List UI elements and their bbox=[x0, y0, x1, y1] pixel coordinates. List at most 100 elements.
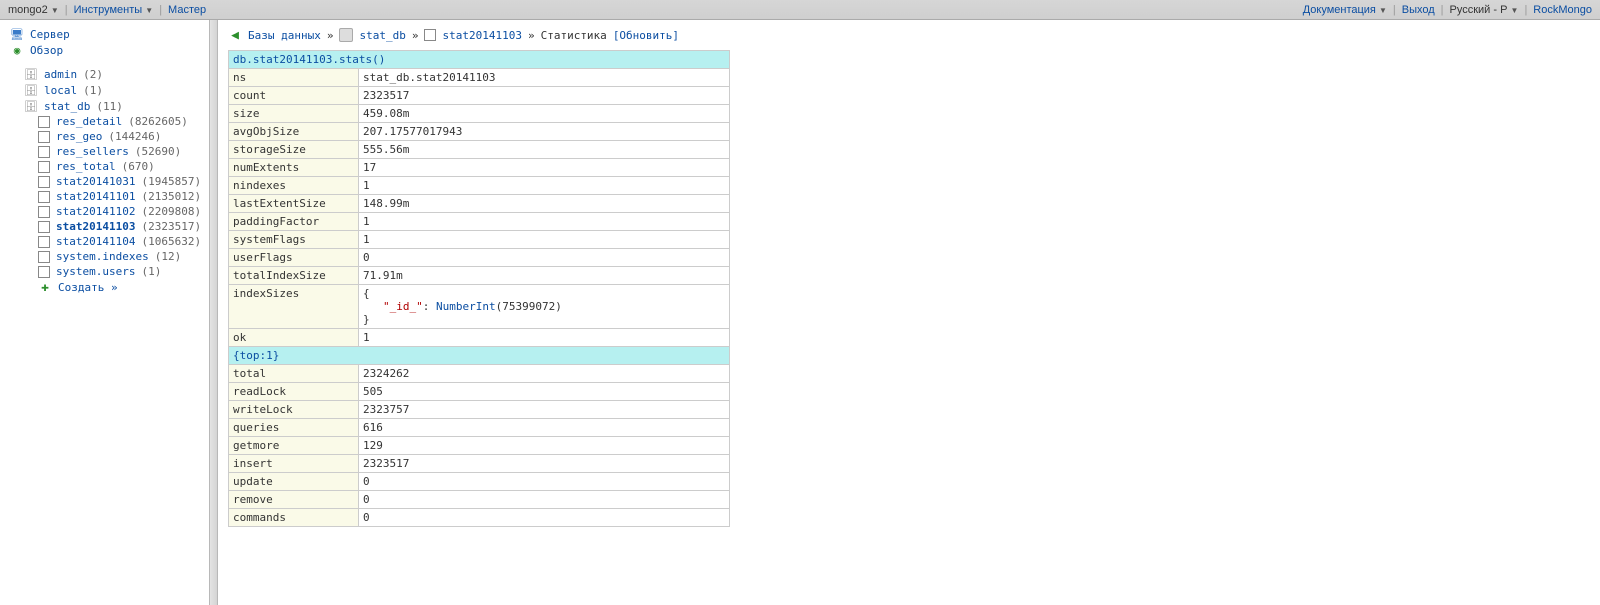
stats-row: getmore129 bbox=[229, 437, 730, 455]
sidebar-coll-system.users[interactable]: system.users (1) bbox=[10, 264, 209, 279]
overview-label: Обзор bbox=[30, 44, 63, 57]
sidebar-db-local[interactable]: 🗄local (1) bbox=[10, 82, 209, 98]
stats-value: 2323757 bbox=[359, 401, 730, 419]
chevron-down-icon: ▼ bbox=[51, 6, 59, 15]
stats-table: db.stat20141103.stats()nsstat_db.stat201… bbox=[228, 50, 730, 527]
db-count: (2) bbox=[83, 68, 103, 81]
tools-label: Инструменты bbox=[74, 4, 143, 16]
coll-name: stat20141104 bbox=[56, 235, 135, 248]
coll-name: res_detail bbox=[56, 115, 122, 128]
stats-value: 1 bbox=[359, 177, 730, 195]
stats-value: 207.17577017943 bbox=[359, 123, 730, 141]
stats-value: 17 bbox=[359, 159, 730, 177]
sidebar-coll-res_sellers[interactable]: res_sellers (52690) bbox=[10, 144, 209, 159]
sidebar-db-admin[interactable]: 🗄admin (2) bbox=[10, 66, 209, 82]
bc-db[interactable]: stat_db bbox=[359, 29, 405, 42]
sidebar-coll-stat20141103[interactable]: stat20141103 (2323517) bbox=[10, 219, 209, 234]
server-selector[interactable]: mongo2 ▼ bbox=[8, 4, 59, 16]
db-count: (1) bbox=[83, 84, 103, 97]
sidebar-coll-res_detail[interactable]: res_detail (8262605) bbox=[10, 114, 209, 129]
server-name: mongo2 bbox=[8, 4, 48, 16]
coll-name: stat20141031 bbox=[56, 175, 135, 188]
server-label: Сервер bbox=[30, 28, 70, 41]
brand-link[interactable]: RockMongo bbox=[1533, 4, 1592, 16]
stats-key: indexSizes bbox=[229, 285, 359, 329]
stats-key: insert bbox=[229, 455, 359, 473]
coll-name: res_total bbox=[56, 160, 116, 173]
stats-value: 2324262 bbox=[359, 365, 730, 383]
sidebar-overview[interactable]: ◉ Обзор bbox=[10, 42, 209, 58]
coll-count: (52690) bbox=[135, 145, 181, 158]
stats-key: count bbox=[229, 87, 359, 105]
stats-row: userFlags0 bbox=[229, 249, 730, 267]
lang-selector[interactable]: Русский - Р ▼ bbox=[1450, 4, 1519, 16]
coll-count: (1) bbox=[141, 265, 161, 278]
chevron-down-icon: ▼ bbox=[1379, 6, 1387, 15]
sidebar-coll-system.indexes[interactable]: system.indexes (12) bbox=[10, 249, 209, 264]
stats-row: commands0 bbox=[229, 509, 730, 527]
separator: | bbox=[1524, 4, 1527, 16]
back-icon[interactable]: ◀ bbox=[228, 28, 242, 42]
coll-name: res_geo bbox=[56, 130, 102, 143]
sidebar-create[interactable]: ✚ Создать » bbox=[10, 279, 209, 295]
collection-icon bbox=[38, 161, 50, 173]
stats-row: numExtents17 bbox=[229, 159, 730, 177]
tools-menu[interactable]: Инструменты ▼ bbox=[74, 4, 154, 16]
stats-value: 148.99m bbox=[359, 195, 730, 213]
docs-label: Документация bbox=[1303, 4, 1376, 16]
collection-icon bbox=[38, 266, 50, 278]
sidebar-coll-res_geo[interactable]: res_geo (144246) bbox=[10, 129, 209, 144]
master-link[interactable]: Мастер bbox=[168, 4, 206, 16]
separator: | bbox=[65, 4, 68, 16]
collection-icon bbox=[38, 176, 50, 188]
stats-row: queries616 bbox=[229, 419, 730, 437]
sidebar-coll-stat20141031[interactable]: stat20141031 (1945857) bbox=[10, 174, 209, 189]
stats-row: remove0 bbox=[229, 491, 730, 509]
sidebar-coll-stat20141101[interactable]: stat20141101 (2135012) bbox=[10, 189, 209, 204]
stats-value: 616 bbox=[359, 419, 730, 437]
server-icon: 🖥 bbox=[10, 27, 24, 41]
stats-row: nindexes1 bbox=[229, 177, 730, 195]
sidebar-coll-stat20141104[interactable]: stat20141104 (1065632) bbox=[10, 234, 209, 249]
stats-row: systemFlags1 bbox=[229, 231, 730, 249]
stats-header-cell: db.stat20141103.stats() bbox=[229, 51, 730, 69]
stats-row: lastExtentSize148.99m bbox=[229, 195, 730, 213]
create-label: Создать » bbox=[58, 281, 118, 294]
db-name: local bbox=[44, 84, 77, 97]
splitter[interactable] bbox=[210, 20, 218, 605]
stats-row: total2324262 bbox=[229, 365, 730, 383]
stats-key: userFlags bbox=[229, 249, 359, 267]
bc-refresh[interactable]: [Обновить] bbox=[613, 29, 679, 42]
collection-icon bbox=[38, 146, 50, 158]
stats-key: storageSize bbox=[229, 141, 359, 159]
coll-count: (2209808) bbox=[141, 205, 201, 218]
stats-row: totalIndexSize71.91m bbox=[229, 267, 730, 285]
sidebar-db-stat_db[interactable]: 🗄stat_db (11) bbox=[10, 98, 209, 114]
stats-key: commands bbox=[229, 509, 359, 527]
stats-value: 129 bbox=[359, 437, 730, 455]
stats-value: 1 bbox=[359, 213, 730, 231]
stats-key: queries bbox=[229, 419, 359, 437]
sidebar-coll-res_total[interactable]: res_total (670) bbox=[10, 159, 209, 174]
stats-row: nsstat_db.stat20141103 bbox=[229, 69, 730, 87]
stats-key: size bbox=[229, 105, 359, 123]
sidebar-server[interactable]: 🖥 Сервер bbox=[10, 26, 209, 42]
stats-row: insert2323517 bbox=[229, 455, 730, 473]
stats-value: 2323517 bbox=[359, 87, 730, 105]
separator: | bbox=[159, 4, 162, 16]
main-panel: ◀ Базы данных » stat_db » stat20141103 »… bbox=[218, 20, 1600, 605]
coll-count: (1945857) bbox=[141, 175, 201, 188]
database-icon: 🗄 bbox=[24, 67, 38, 81]
separator: | bbox=[1441, 4, 1444, 16]
collection-icon bbox=[38, 251, 50, 263]
stats-value: 1 bbox=[359, 231, 730, 249]
logout-link[interactable]: Выход bbox=[1402, 4, 1435, 16]
docs-menu[interactable]: Документация ▼ bbox=[1303, 4, 1387, 16]
stats-key: total bbox=[229, 365, 359, 383]
bc-databases[interactable]: Базы данных bbox=[248, 29, 321, 42]
sidebar-coll-stat20141102[interactable]: stat20141102 (2209808) bbox=[10, 204, 209, 219]
add-icon: ✚ bbox=[38, 280, 52, 294]
stats-key: ns bbox=[229, 69, 359, 87]
bc-collection[interactable]: stat20141103 bbox=[442, 29, 521, 42]
stats-header-row: db.stat20141103.stats() bbox=[229, 51, 730, 69]
